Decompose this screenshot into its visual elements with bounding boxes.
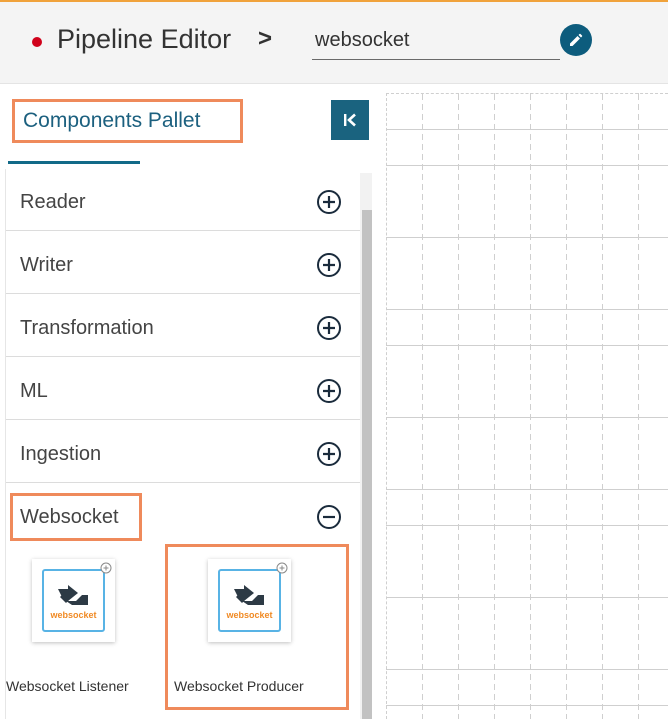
websocket-listener-label: Websocket Listener bbox=[6, 678, 129, 694]
expand-plus-icon[interactable] bbox=[316, 252, 342, 278]
pencil-icon bbox=[570, 33, 583, 46]
expand-plus-icon[interactable] bbox=[316, 189, 342, 215]
category-label: Ingestion bbox=[20, 443, 102, 465]
category-reader[interactable]: Reader bbox=[6, 173, 360, 231]
status-dot bbox=[32, 37, 42, 47]
canvas-grid bbox=[387, 94, 668, 719]
expand-plus-icon[interactable] bbox=[316, 441, 342, 467]
category-ml[interactable]: ML bbox=[6, 362, 360, 420]
components-pallet-tab[interactable]: Components Pallet bbox=[12, 99, 243, 143]
components-sidebar: Components Pallet Reader Writer Transfor… bbox=[0, 85, 372, 719]
category-label: ML bbox=[20, 380, 48, 402]
page-title: Pipeline Editor bbox=[57, 24, 232, 54]
category-label: Transformation bbox=[20, 317, 154, 339]
breadcrumb-chevron-icon: > bbox=[258, 25, 273, 52]
websocket-highlight-box bbox=[10, 493, 142, 541]
active-tab-indicator bbox=[8, 161, 140, 164]
category-transformation[interactable]: Transformation bbox=[6, 299, 360, 357]
category-label: Reader bbox=[20, 191, 86, 213]
pipeline-name-input[interactable] bbox=[312, 22, 560, 60]
websocket-listener-card[interactable]: websocket bbox=[32, 559, 115, 642]
expand-plus-icon[interactable] bbox=[316, 378, 342, 404]
edit-name-button[interactable] bbox=[560, 24, 592, 56]
websocket-producer-highlight-box bbox=[165, 544, 349, 710]
websocket-icon-text: websocket bbox=[49, 610, 96, 620]
websocket-logo-icon: websocket bbox=[49, 585, 97, 620]
expand-plus-icon[interactable] bbox=[316, 315, 342, 341]
websocket-logo: websocket bbox=[42, 569, 105, 632]
collapse-left-icon bbox=[344, 113, 356, 127]
collapse-sidebar-button[interactable] bbox=[331, 100, 369, 140]
category-writer[interactable]: Writer bbox=[6, 236, 360, 294]
category-label: Writer bbox=[20, 254, 73, 276]
header-bar: Pipeline Editor > bbox=[0, 2, 668, 84]
collapse-minus-icon[interactable] bbox=[316, 504, 342, 530]
sidebar-scrollbar-thumb[interactable] bbox=[362, 210, 372, 719]
add-component-icon[interactable] bbox=[100, 562, 112, 574]
category-ingestion[interactable]: Ingestion bbox=[6, 425, 360, 483]
pipeline-canvas[interactable] bbox=[386, 93, 668, 719]
